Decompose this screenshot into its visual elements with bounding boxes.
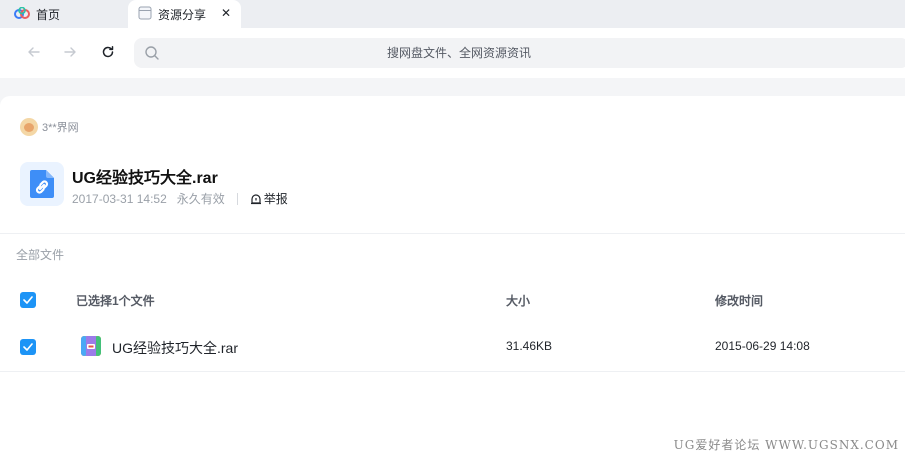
link-file-icon [20,162,64,206]
reload-icon [102,46,114,58]
tab-bar: 首页 资源分享 ✕ [0,0,905,28]
meta-divider [236,192,238,205]
share-time: 2017-03-31 14:52 [72,191,167,206]
search-placeholder: 搜网盘文件、全网资源资讯 [386,46,531,60]
back-arrow-icon [28,47,40,57]
close-icon[interactable]: ✕ [219,6,233,20]
sharer-info[interactable]: 3**界网 [20,118,79,136]
checkbox-checked-icon [23,296,33,304]
baidu-netdisk-logo-icon [14,6,30,22]
checkbox-checked-icon [23,343,33,351]
report-button[interactable]: 举报 [250,190,288,207]
file-meta: 2017-03-31 14:52 永久有效 举报 [72,190,288,207]
report-icon [250,193,261,204]
tab-resource-share-label: 资源分享 [158,7,207,22]
select-all-checkbox[interactable] [20,292,36,308]
tab-resource-share[interactable]: 资源分享 ✕ [128,0,241,28]
tab-home-label: 首页 [36,7,61,22]
search-input[interactable]: 搜网盘文件、全网资源资讯 [134,38,905,68]
validity: 永久有效 [176,192,225,206]
back-button[interactable] [24,42,44,62]
row-checkbox[interactable] [20,339,36,355]
row-divider [0,371,905,372]
avatar [20,118,38,136]
forward-arrow-icon [64,47,76,57]
toolbar: 搜网盘文件、全网资源资讯 [0,28,905,78]
rar-archive-icon [81,336,101,356]
tab-page-icon [138,6,152,23]
share-card: 3**界网 UG经验技巧大全.rar 2017-03-31 14:52 永久有效… [0,96,905,459]
all-files-breadcrumb[interactable]: 全部文件 [16,246,64,263]
reload-button[interactable] [98,42,118,62]
column-header-modified[interactable]: 修改时间 [715,292,763,309]
tab-home[interactable]: 首页 [14,0,60,28]
watermark: UG爱好者论坛 WWW.UGSNX.COM [673,438,899,452]
section-divider [0,233,905,234]
file-title: UG经验技巧大全.rar [72,170,218,187]
forward-button[interactable] [60,42,80,62]
report-label: 举报 [263,192,288,206]
column-header-size[interactable]: 大小 [506,292,530,309]
file-name-link[interactable]: UG经验技巧大全.rar [112,338,238,358]
sharer-name: 3**界网 [42,122,79,134]
selected-count-label: 已选择1个文件 [76,294,155,308]
file-modified: 2015-06-29 14:08 [715,339,810,353]
file-size: 31.46KB [506,339,553,353]
